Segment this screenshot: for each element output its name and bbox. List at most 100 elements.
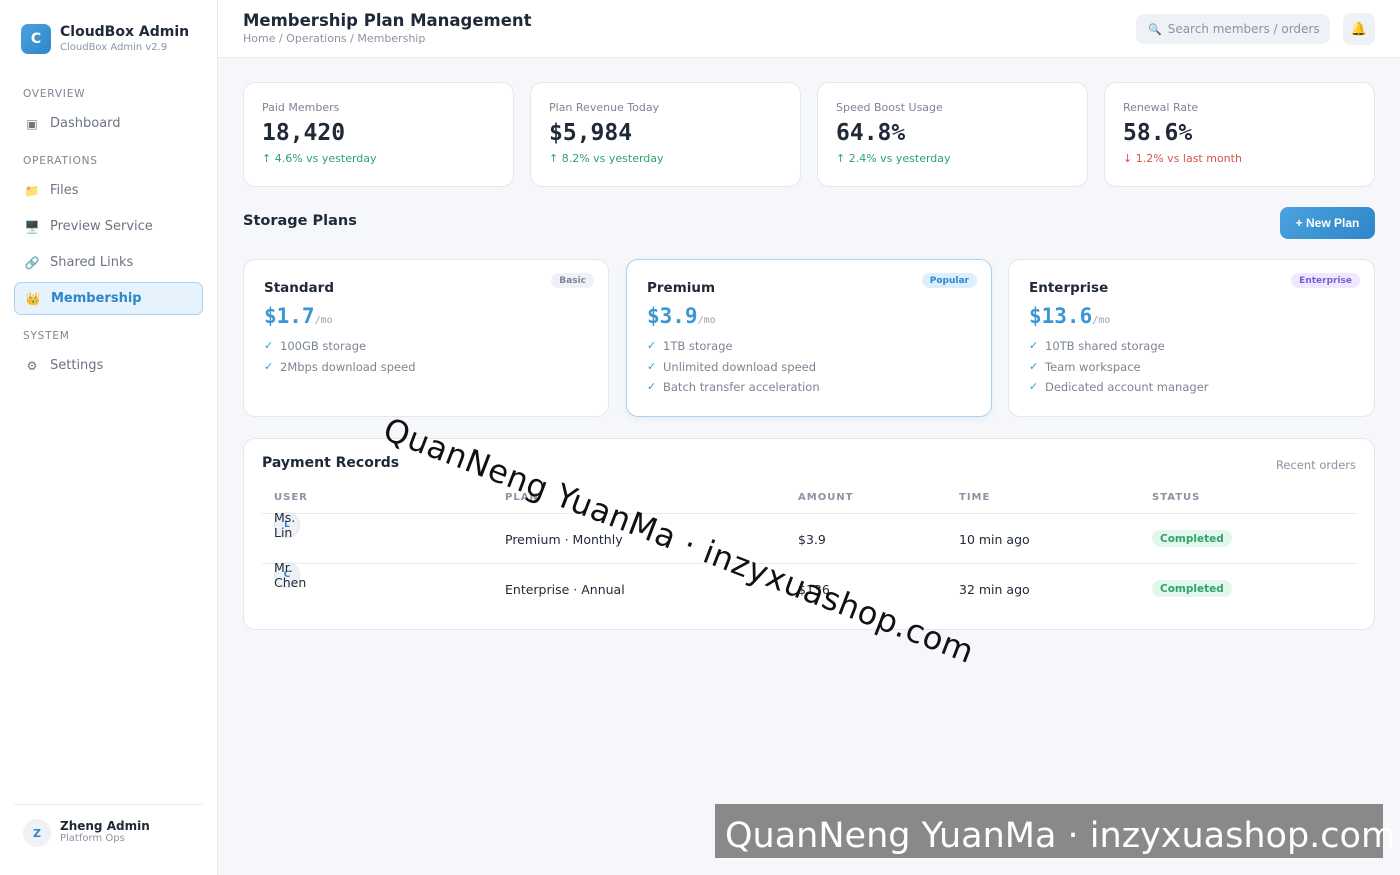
status-badge: Completed bbox=[1152, 580, 1232, 597]
amount-cell: $3.9 bbox=[798, 532, 826, 547]
brand-title: CloudBox Admin bbox=[60, 24, 190, 40]
table-row[interactable]: L Ms. Lin Premium · Monthly $3.9 10 min … bbox=[262, 510, 1357, 564]
column-header[interactable]: TIME bbox=[959, 492, 990, 503]
watermark-banner: QuanNeng YuanMa · inzyxuashop.com bbox=[715, 804, 1395, 858]
stat-delta: ↑ 8.2% vs yesterday bbox=[549, 152, 664, 165]
check-icon: ✓ bbox=[264, 359, 274, 373]
sidebar-item-label: Files bbox=[50, 183, 79, 198]
nav-section-overview: OVERVIEW bbox=[23, 88, 86, 100]
brand-logo: C bbox=[21, 24, 51, 54]
stat-label: Speed Boost Usage bbox=[836, 101, 943, 114]
dashboard-icon: ▣ bbox=[26, 116, 38, 131]
sidebar-item-label: Membership bbox=[51, 291, 142, 306]
column-header[interactable]: USER bbox=[274, 492, 308, 503]
user-name: Mr. Chen bbox=[274, 560, 307, 590]
top-header: Membership Plan Management Home / Operat… bbox=[218, 0, 1400, 58]
plan-price: $3.9/mo bbox=[647, 304, 716, 328]
check-icon: ✓ bbox=[647, 359, 657, 373]
section-title-storage-plans: Storage Plans bbox=[243, 213, 357, 229]
stat-delta: ↑ 4.6% vs yesterday bbox=[262, 152, 377, 165]
gear-icon: ⚙ bbox=[26, 358, 38, 373]
sidebar-item-label: Preview Service bbox=[50, 219, 153, 234]
stat-value: 18,420 bbox=[262, 120, 346, 146]
plan-features: ✓ 10TB shared storage ✓ Team workspace ✓ De… bbox=[1029, 336, 1354, 398]
folder-icon: 📁 bbox=[24, 183, 40, 198]
plan-feature: ✓ 100GB storage bbox=[264, 336, 588, 357]
sidebar-item-settings[interactable]: ⚙ Settings bbox=[14, 349, 203, 382]
sidebar-item-preview-service[interactable]: 🖥️ Preview Service bbox=[14, 210, 203, 243]
brand[interactable]: C CloudBox Admin CloudBox Admin v2.9 bbox=[21, 24, 189, 54]
user-profile[interactable]: Z Zheng Admin Platform Ops bbox=[14, 804, 203, 847]
plan-cell: Premium · Monthly bbox=[505, 532, 623, 547]
column-header[interactable]: AMOUNT bbox=[798, 492, 854, 503]
column-header[interactable]: STATUS bbox=[1152, 492, 1200, 503]
plan-card-enterprise[interactable]: Enterprise Enterprise $13.6/mo ✓ 10TB sha… bbox=[1008, 259, 1375, 417]
plan-features: ✓ 100GB storage ✓ 2Mbps download speed bbox=[264, 336, 588, 377]
stat-card-plan-revenue: Plan Revenue Today $5,984 ↑ 8.2% vs yest… bbox=[530, 82, 801, 187]
status-badge: Completed bbox=[1152, 530, 1232, 547]
user-name: Zheng Admin bbox=[60, 819, 150, 833]
watermark-text: QuanNeng YuanMa · inzyxuashop.com bbox=[725, 816, 1396, 856]
search-placeholder: Search members / orders bbox=[1167, 22, 1320, 36]
sidebar-item-label: Shared Links bbox=[50, 255, 134, 270]
plan-feature: ✓ Dedicated account manager bbox=[1029, 377, 1354, 398]
plan-badge: Popular bbox=[921, 273, 977, 288]
link-icon: 🔗 bbox=[24, 255, 40, 270]
user-role: Platform Ops bbox=[60, 833, 125, 844]
nav-section-operations: OPERATIONS bbox=[23, 155, 98, 167]
plan-feature: ✓ Batch transfer acceleration bbox=[647, 377, 971, 398]
crown-icon: 👑 bbox=[25, 291, 41, 306]
check-icon: ✓ bbox=[1029, 339, 1039, 352]
sidebar-item-label: Dashboard bbox=[50, 116, 121, 131]
stat-delta: ↓ 1.2% vs last month bbox=[1123, 152, 1242, 165]
panel-subtitle: Recent orders bbox=[1275, 458, 1356, 472]
plan-features: ✓ 1TB storage ✓ Unlimited download speed ✓… bbox=[647, 336, 971, 398]
plan-card-standard[interactable]: Basic Standard $1.7/mo ✓ 100GB storage ✓ 2… bbox=[243, 259, 609, 417]
stat-delta: ↑ 2.4% vs yesterday bbox=[836, 152, 951, 165]
plan-feature: ✓ Team workspace bbox=[1029, 357, 1354, 378]
plan-price: $13.6/mo bbox=[1029, 304, 1111, 328]
plan-feature: ✓ 2Mbps download speed bbox=[264, 357, 588, 378]
sidebar-item-membership[interactable]: 👑 Membership bbox=[14, 282, 203, 315]
check-icon: ✓ bbox=[647, 380, 657, 393]
sidebar-item-files[interactable]: 📁 Files bbox=[14, 174, 203, 207]
stat-card-speed-boost: Speed Boost Usage 64.8% ↑ 2.4% vs yester… bbox=[817, 82, 1088, 187]
plan-badge: Enterprise bbox=[1291, 273, 1360, 288]
stat-label: Renewal Rate bbox=[1123, 101, 1199, 114]
time-cell: 32 min ago bbox=[959, 582, 1030, 597]
stat-value: 58.6% bbox=[1123, 120, 1193, 146]
stat-label: Plan Revenue Today bbox=[549, 101, 660, 114]
nav-section-system: SYSTEM bbox=[23, 330, 70, 342]
search-icon: 🔍 bbox=[1148, 22, 1162, 36]
sidebar-item-shared-links[interactable]: 🔗 Shared Links bbox=[14, 246, 203, 279]
plan-badge: Basic bbox=[551, 273, 594, 288]
plan-name: Standard bbox=[264, 280, 334, 296]
brand-version: CloudBox Admin v2.9 bbox=[60, 42, 168, 53]
check-icon: ✓ bbox=[1029, 380, 1039, 393]
plan-card-premium[interactable]: Popular Premium $3.9/mo ✓ 1TB storage ✓ Un… bbox=[626, 259, 992, 417]
breadcrumb[interactable]: Home / Operations / Membership bbox=[243, 32, 425, 45]
table-header: USER PLAN AMOUNT TIME STATUS bbox=[262, 481, 1357, 514]
bell-icon: 🔔 bbox=[1350, 21, 1368, 37]
plan-feature: ✓ Unlimited download speed bbox=[647, 357, 971, 378]
time-cell: 10 min ago bbox=[959, 532, 1030, 547]
stat-card-renewal-rate: Renewal Rate 58.6% ↓ 1.2% vs last month bbox=[1104, 82, 1375, 187]
check-icon: ✓ bbox=[1029, 359, 1039, 373]
page-title: Membership Plan Management bbox=[243, 11, 532, 30]
plan-feature: ✓ 10TB shared storage bbox=[1029, 336, 1354, 357]
new-plan-button[interactable]: + New Plan bbox=[1280, 207, 1375, 239]
stat-label: Paid Members bbox=[262, 101, 340, 114]
avatar: Z bbox=[23, 819, 51, 847]
plan-feature: ✓ 1TB storage bbox=[647, 336, 971, 357]
sidebar-item-label: Settings bbox=[50, 358, 104, 373]
sidebar: C CloudBox Admin CloudBox Admin v2.9 OVE… bbox=[0, 0, 218, 875]
sidebar-item-dashboard[interactable]: ▣ Dashboard bbox=[14, 107, 203, 140]
stat-value: 64.8% bbox=[836, 120, 906, 146]
monitor-icon: 🖥️ bbox=[24, 219, 40, 234]
search-input[interactable]: 🔍 Search members / orders bbox=[1136, 14, 1330, 44]
panel-title: Payment Records bbox=[262, 455, 400, 471]
check-icon: ✓ bbox=[647, 339, 657, 352]
check-icon: ✓ bbox=[264, 339, 274, 352]
notification-bell-button[interactable]: 🔔 bbox=[1343, 13, 1375, 45]
user-name: Ms. Lin bbox=[274, 510, 296, 540]
